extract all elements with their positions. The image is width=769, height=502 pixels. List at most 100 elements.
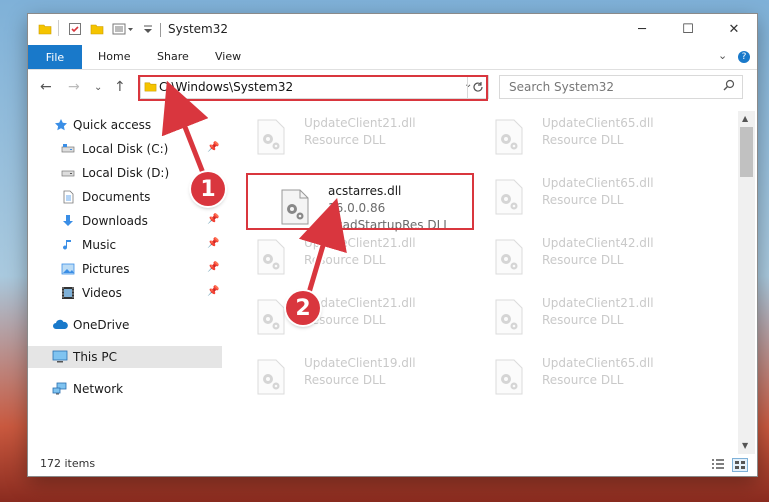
status-bar: 172 items	[28, 454, 757, 476]
search-input[interactable]: Search System32	[509, 80, 614, 94]
pin-icon[interactable]: 📌	[207, 286, 219, 297]
sidebar-item-label: Documents	[82, 190, 151, 204]
file-item[interactable]: UpdateClient65.dll Resource DLL	[490, 173, 720, 221]
sidebar-item-quick-access[interactable]: Quick access	[28, 114, 222, 136]
dll-file-icon	[494, 119, 524, 155]
address-bar[interactable]: C:\Windows\System32 ⌄	[140, 75, 488, 99]
file-description: Resource DLL	[542, 373, 624, 387]
file-name: UpdateClient21.dll	[304, 116, 416, 130]
title-bar: System32 ─ ☐ ✕	[28, 14, 757, 45]
minimize-button[interactable]: ─	[619, 14, 665, 45]
file-name: acstarres.dll	[328, 184, 402, 198]
item-count: 172 items	[40, 457, 96, 470]
file-item[interactable]: UpdateClient21.dll Resource DLL	[252, 113, 482, 161]
tiles-view-icon[interactable]	[732, 458, 748, 472]
pin-icon[interactable]: 📌	[207, 214, 219, 225]
file-item[interactable]: UpdateClient21.dll Resource DLL	[252, 233, 482, 281]
music-icon	[61, 238, 75, 252]
scroll-thumb[interactable]	[740, 127, 753, 177]
sidebar-item-label: Music	[82, 238, 117, 252]
dll-file-icon	[256, 299, 286, 335]
folder-icon	[144, 80, 157, 96]
file-name: UpdateClient21.dll	[304, 236, 416, 250]
dll-file-icon	[494, 299, 524, 335]
title-divider	[58, 20, 59, 36]
search-box[interactable]: Search System32	[499, 75, 743, 99]
pin-icon[interactable]: 📌	[207, 190, 219, 201]
details-view-icon[interactable]	[711, 458, 725, 470]
sidebar-item-local-disk-d[interactable]: Local Disk (D:)	[28, 162, 222, 184]
pin-icon[interactable]: 📌	[207, 262, 219, 273]
new-folder-icon[interactable]	[90, 22, 104, 39]
maximize-button[interactable]: ☐	[665, 14, 711, 45]
window-title: System32	[168, 22, 229, 36]
file-description: AcadStartupRes DLL	[328, 218, 450, 232]
sidebar-item-label: Downloads	[82, 214, 148, 228]
folder-icon	[38, 22, 52, 39]
file-description: Resource DLL	[542, 193, 624, 207]
address-path[interactable]: C:\Windows\System32	[159, 80, 293, 94]
file-name: UpdateClient65.dll	[542, 176, 654, 190]
file-name: UpdateClient19.dll	[304, 356, 416, 370]
tab-view[interactable]: View	[215, 50, 241, 63]
file-item[interactable]: UpdateClient21.dll Resource DLL	[490, 293, 720, 341]
ribbon-tabs: File Home Share View ⌄ ?	[28, 45, 757, 70]
explorer-window: System32 ─ ☐ ✕ File Home Share View ⌄ ? …	[28, 14, 757, 476]
drive-icon	[61, 142, 75, 156]
help-icon[interactable]: ?	[738, 51, 750, 63]
vertical-scrollbar[interactable]: ▲ ▼	[738, 111, 755, 454]
file-item[interactable]: UpdateClient65.dll Resource DLL	[490, 353, 720, 401]
dll-file-icon	[256, 239, 286, 275]
scroll-up-icon[interactable]: ▲	[742, 114, 748, 123]
sidebar-item-label: Local Disk (D:)	[82, 166, 170, 180]
refresh-button[interactable]	[467, 75, 489, 99]
file-name: UpdateClient21.dll	[542, 296, 654, 310]
sidebar-item-local-disk-c[interactable]: Local Disk (C:) 📌	[28, 138, 222, 160]
customize-icon[interactable]	[112, 22, 134, 39]
sidebar-item-label: Pictures	[82, 262, 130, 276]
tab-home[interactable]: Home	[98, 50, 130, 63]
dll-file-icon	[256, 359, 286, 395]
pin-icon[interactable]: 📌	[207, 142, 219, 153]
dll-file-icon	[494, 239, 524, 275]
tab-share[interactable]: Share	[157, 50, 189, 63]
sidebar-item-documents[interactable]: Documents 📌	[28, 186, 222, 208]
documents-icon	[61, 190, 75, 204]
file-description: Resource DLL	[542, 133, 624, 147]
back-button[interactable]: ←	[40, 79, 52, 95]
scroll-down-icon[interactable]: ▼	[742, 441, 748, 450]
file-item[interactable]: UpdateClient42.dll Resource DLL	[490, 233, 720, 281]
expand-ribbon-icon[interactable]: ⌄	[718, 49, 727, 62]
file-list: UpdateClient21.dll Resource DLL acstarre…	[242, 111, 732, 451]
file-item[interactable]: UpdateClient65.dll Resource DLL	[490, 113, 720, 161]
search-icon[interactable]	[723, 79, 735, 95]
file-description: Resource DLL	[304, 373, 386, 387]
sidebar-item-this-pc[interactable]: This PC	[28, 346, 222, 368]
videos-icon	[61, 286, 75, 300]
dll-file-icon	[280, 189, 310, 225]
star-icon	[54, 118, 68, 132]
refresh-icon	[473, 82, 483, 92]
file-name: UpdateClient21.dll	[304, 296, 416, 310]
file-item[interactable]: UpdateClient21.dll Resource DLL	[252, 293, 482, 341]
recent-locations-button[interactable]: ⌄	[94, 82, 102, 93]
sidebar-item-music[interactable]: Music 📌	[28, 234, 222, 256]
sidebar-item-downloads[interactable]: Downloads 📌	[28, 210, 222, 232]
dll-file-icon	[256, 119, 286, 155]
pictures-icon	[61, 262, 75, 276]
sidebar-item-videos[interactable]: Videos 📌	[28, 282, 222, 304]
tab-file[interactable]: File	[28, 45, 82, 69]
close-button[interactable]: ✕	[711, 14, 757, 45]
forward-button[interactable]: →	[68, 79, 80, 95]
up-button[interactable]: ↑	[114, 79, 126, 95]
properties-icon[interactable]	[68, 22, 82, 39]
sidebar-item-onedrive[interactable]: OneDrive	[28, 314, 222, 336]
file-item[interactable]: UpdateClient19.dll Resource DLL	[252, 353, 482, 401]
sidebar-item-pictures[interactable]: Pictures 📌	[28, 258, 222, 280]
pin-icon[interactable]: 📌	[207, 238, 219, 249]
file-item-acstarres[interactable]: acstarres.dll 16.0.0.86 AcadStartupRes D…	[276, 181, 506, 232]
quick-access-dropdown-icon[interactable]	[142, 22, 154, 39]
sidebar-item-label: Network	[73, 382, 124, 396]
download-icon	[61, 214, 75, 228]
sidebar-item-network[interactable]: Network	[28, 378, 222, 400]
